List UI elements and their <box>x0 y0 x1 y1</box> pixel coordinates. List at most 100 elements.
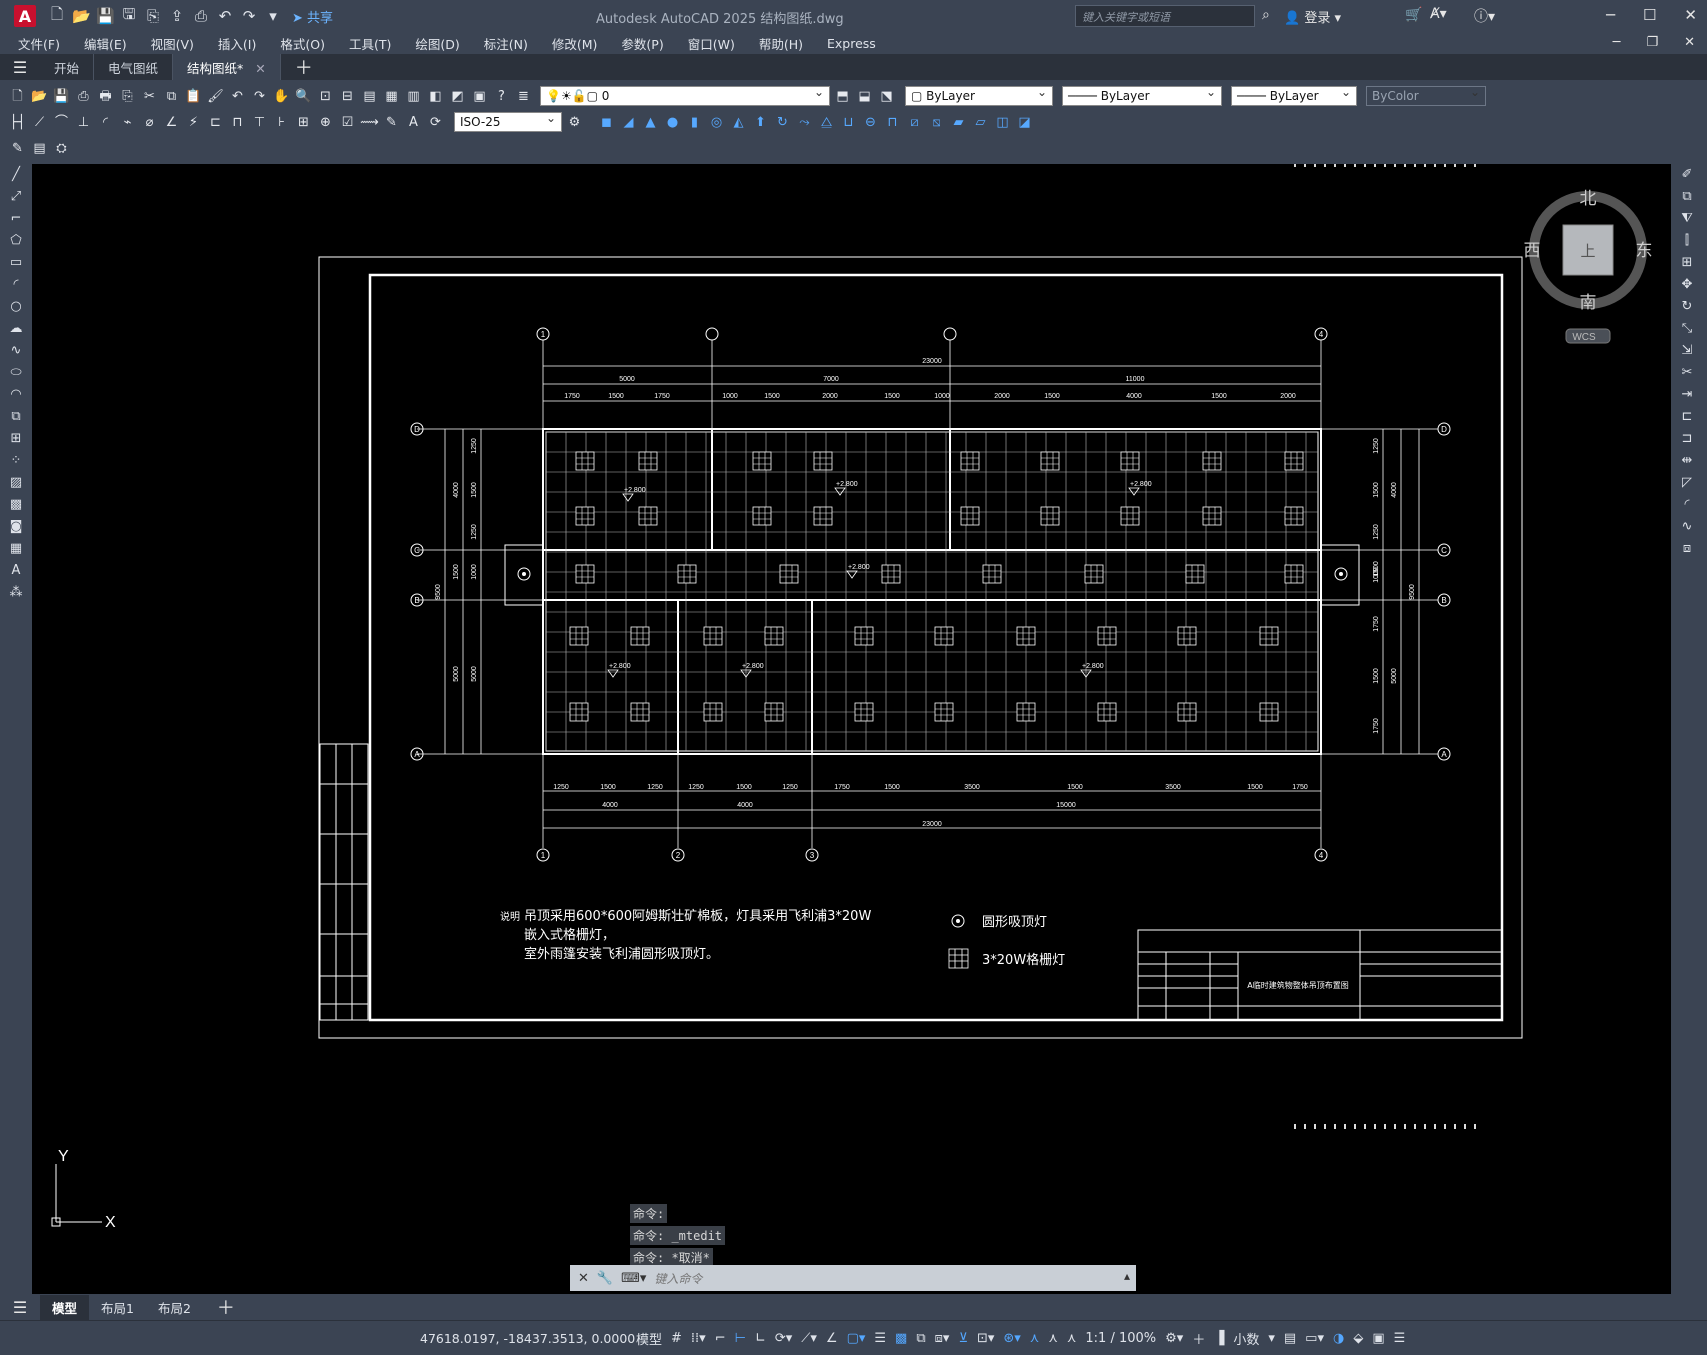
quick-properties-icon[interactable]: ▤ <box>1284 1331 1296 1346</box>
dim-space-icon[interactable]: ⊤ <box>250 113 269 132</box>
circle-icon[interactable]: ○ <box>0 296 32 318</box>
thicken-icon[interactable]: ▰ <box>949 113 968 132</box>
extrude-icon[interactable]: ⬆ <box>751 113 770 132</box>
join-icon[interactable]: ⇹ <box>1671 450 1703 472</box>
spline-icon[interactable]: ∿ <box>0 340 32 362</box>
continue-dim-icon[interactable]: ⊓ <box>228 113 247 132</box>
tab-model[interactable]: 模型 <box>40 1294 90 1320</box>
3d-osnap-icon[interactable]: ⧈▾ <box>935 1331 950 1346</box>
tab-layout1[interactable]: 布局1 <box>89 1295 146 1320</box>
menu-insert[interactable]: 插入(I) <box>218 34 256 53</box>
clean-screen-icon[interactable]: ▣ <box>1372 1331 1384 1346</box>
object-snap-icon[interactable]: ▢▾ <box>847 1331 866 1346</box>
save-icon[interactable]: 💾 <box>96 7 115 25</box>
layer-manager-icon[interactable]: ≣ <box>514 87 533 106</box>
selection-filter-icon[interactable]: ⊡▾ <box>977 1331 994 1346</box>
menu-modify[interactable]: 修改(M) <box>552 34 598 53</box>
layout-menu-icon[interactable]: ☰ <box>0 1298 40 1317</box>
line-icon[interactable]: ╱ <box>0 164 32 186</box>
markup-icon[interactable]: ◩ <box>448 87 467 106</box>
jogged-dim-icon[interactable]: ⌁ <box>118 113 137 132</box>
copy-object-icon[interactable]: ⧉ <box>1671 186 1703 208</box>
open-web-icon[interactable]: ⎘ <box>144 7 162 25</box>
erase-icon[interactable]: ✐ <box>1671 164 1703 186</box>
add-layout-icon[interactable]: ＋ <box>217 1294 235 1320</box>
dim-text-edit-icon[interactable]: A <box>404 113 423 132</box>
menu-parametric[interactable]: 参数(P) <box>621 34 663 53</box>
menu-help[interactable]: 帮助(H) <box>759 34 803 53</box>
array-icon[interactable]: ⊞ <box>1671 252 1703 274</box>
menu-icon[interactable]: ☰ <box>0 58 40 77</box>
tab-start[interactable]: 开始 <box>40 53 95 81</box>
rotate-icon[interactable]: ↻ <box>1671 296 1703 318</box>
auto-scale-icon[interactable]: ⋏ <box>1048 1331 1058 1346</box>
object-snap-tracking-icon[interactable]: ∠ <box>826 1331 838 1346</box>
open-icon[interactable]: 📂 <box>72 7 91 25</box>
diameter-dim-icon[interactable]: ⌀ <box>140 113 159 132</box>
viewcube-north[interactable]: 北 <box>1580 189 1597 209</box>
slice-icon[interactable]: ⧄ <box>905 113 924 132</box>
transparency-icon[interactable]: ▩ <box>895 1331 907 1346</box>
layer-previous-icon[interactable]: ⬓ <box>855 87 874 106</box>
ortho-icon[interactable]: ∟ <box>755 1331 766 1346</box>
edit-text-icon[interactable]: ✎ <box>8 139 27 158</box>
publish-icon[interactable]: ⎘ <box>118 87 137 106</box>
annotation-visibility-icon[interactable]: ⋏ <box>1030 1331 1040 1346</box>
tolerance-icon[interactable]: ⊞ <box>294 113 313 132</box>
shell-icon[interactable]: ◫ <box>993 113 1012 132</box>
snap-icon[interactable]: ⁞⁞▾ <box>691 1331 706 1346</box>
menu-view[interactable]: 视图(V) <box>151 34 194 53</box>
menu-tools[interactable]: 工具(T) <box>349 34 391 53</box>
save-web-icon[interactable]: ⇪ <box>168 7 186 25</box>
command-input[interactable]: 键入命令 <box>654 1270 702 1287</box>
3d-torus-icon[interactable]: ◎ <box>707 113 726 132</box>
radius-dim-icon[interactable]: ◜ <box>96 113 115 132</box>
redo-icon[interactable]: ↷ <box>250 87 269 106</box>
rectangle-icon[interactable]: ▭ <box>0 252 32 274</box>
3d-box-icon[interactable]: ◼ <box>597 113 616 132</box>
insert-block-icon[interactable]: ⧉ <box>0 406 32 428</box>
dim-edit-icon[interactable]: ✎ <box>382 113 401 132</box>
ellipse-arc-icon[interactable]: ◠ <box>0 384 32 406</box>
linear-dim-icon[interactable]: ├┤ <box>8 113 27 132</box>
match-properties-icon[interactable]: 🖌 <box>206 87 225 106</box>
center-mark-icon[interactable]: ⊕ <box>316 113 335 132</box>
color-dropdown[interactable]: ▢ ByLayer <box>905 85 1053 106</box>
move-icon[interactable]: ✥ <box>1671 274 1703 296</box>
units-icon[interactable]: ▐ <box>1214 1331 1224 1346</box>
selection-cycling-icon[interactable]: ⧉ <box>916 1331 925 1346</box>
application-menu-button[interactable]: A <box>14 5 36 27</box>
open-icon[interactable]: 📂 <box>30 87 49 106</box>
loft-icon[interactable]: ⧋ <box>817 113 836 132</box>
doc-restore-icon[interactable]: ❐ <box>1646 35 1658 50</box>
section-icon[interactable]: ⧅ <box>927 113 946 132</box>
angular-dim-icon[interactable]: ∠ <box>162 113 181 132</box>
add-selected-icon[interactable]: ⁂ <box>0 582 32 604</box>
menu-dimension[interactable]: 标注(N) <box>484 34 528 53</box>
intersect-icon[interactable]: ⊓ <box>883 113 902 132</box>
zoom-window-icon[interactable]: ⊡ <box>316 87 335 106</box>
chamfer-icon[interactable]: ◸ <box>1671 472 1703 494</box>
fillet-icon[interactable]: ◜ <box>1671 494 1703 516</box>
hardware-acceleration-icon[interactable]: ⬙ <box>1353 1331 1363 1346</box>
model-space-toggle[interactable]: 模型 <box>636 1329 662 1348</box>
paste-icon[interactable]: 📋 <box>184 87 203 106</box>
menu-file[interactable]: 文件(F) <box>18 34 60 53</box>
revolve-icon[interactable]: ↻ <box>773 113 792 132</box>
command-history-toggle-icon[interactable]: ▴ <box>1124 1269 1130 1283</box>
baseline-dim-icon[interactable]: ⊏ <box>206 113 225 132</box>
dim-break-icon[interactable]: ⊦ <box>272 113 291 132</box>
blend-icon[interactable]: ∿ <box>1671 516 1703 538</box>
revcloud-icon[interactable]: ☁ <box>0 318 32 340</box>
minimize-icon[interactable]: ─ <box>1606 6 1615 24</box>
gradient-icon[interactable]: ▩ <box>0 494 32 516</box>
new-icon[interactable]: 🗋 <box>8 87 27 106</box>
offset-icon[interactable]: ⫿ <box>1671 230 1703 252</box>
undo-icon[interactable]: ↶ <box>216 7 234 25</box>
viewcube-south[interactable]: 南 <box>1580 293 1597 313</box>
lineweight-icon[interactable]: ☰ <box>874 1331 886 1346</box>
search-input[interactable]: 键入关键字或短语 <box>1075 5 1255 27</box>
3d-cone-icon[interactable]: ▲ <box>641 113 660 132</box>
plot-preview-icon[interactable]: 🖶 <box>96 87 115 106</box>
lineweight-dropdown[interactable]: ──── ByLayer <box>1231 85 1357 106</box>
